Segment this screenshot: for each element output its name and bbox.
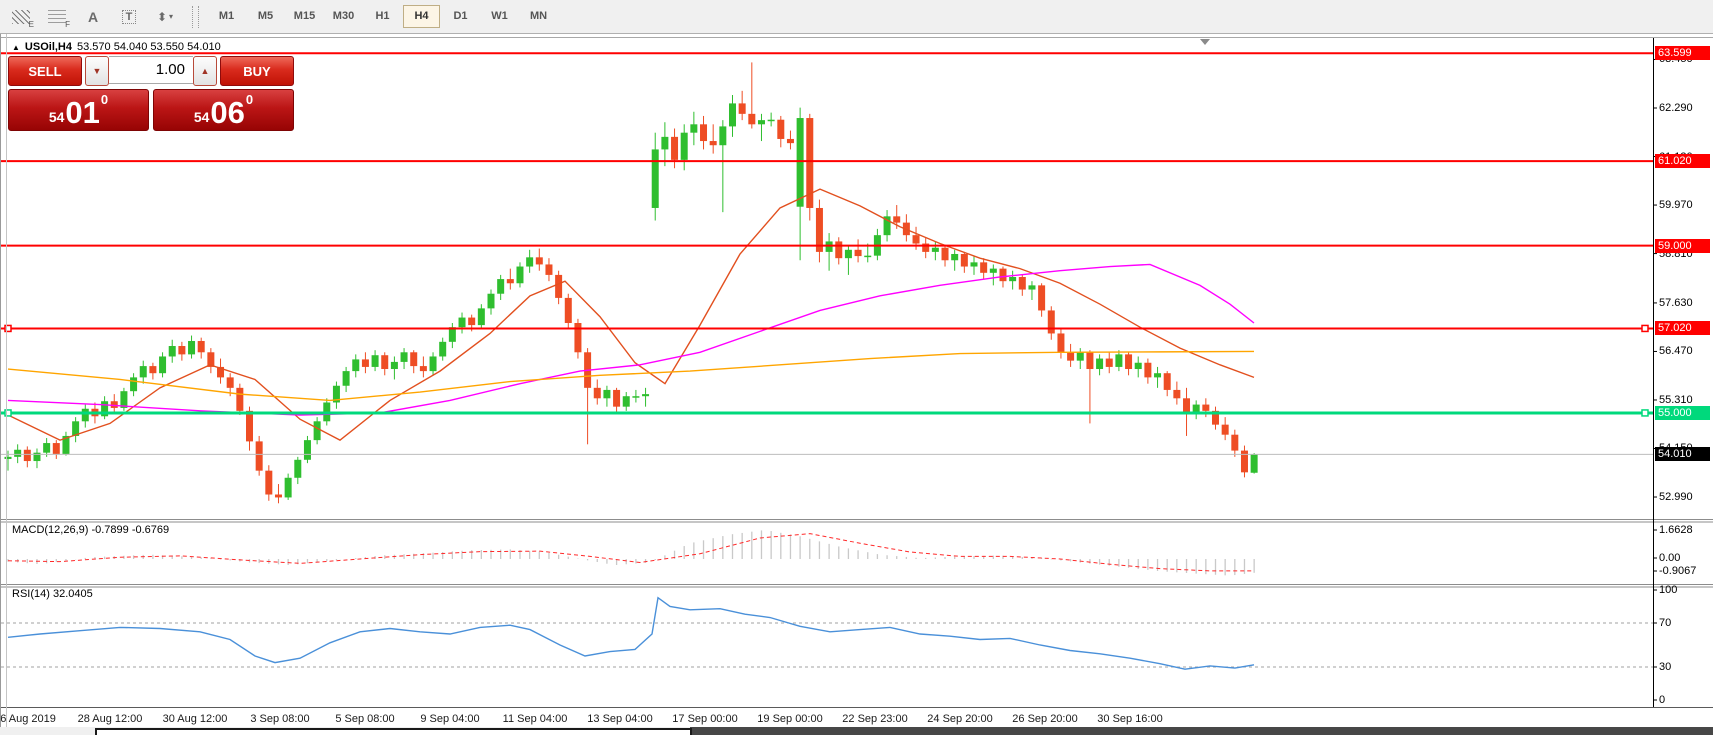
date-label: 17 Sep 00:00 [672,713,737,726]
sell-button[interactable]: SELL [8,56,82,86]
price-level-badge: 57.020 [1655,321,1710,335]
text-tool-icon[interactable]: A [78,5,108,29]
date-label: 26 Sep 20:00 [1012,713,1077,726]
date-label: 5 Sep 08:00 [335,713,394,726]
price-level-badge: 55.000 [1655,406,1710,420]
buy-button[interactable]: BUY [220,56,294,86]
date-label: 19 Sep 00:00 [757,713,822,726]
chart-symbol-line: ▲ USOil,H4 53.570 54.040 53.550 54.010 [12,41,221,53]
date-label: 3 Sep 08:00 [250,713,309,726]
timeframe-button-mn[interactable]: MN [520,5,557,28]
price-tick: 62.290 [1659,102,1711,115]
date-label: 30 Aug 12:00 [163,713,228,726]
buy-price-handle: 54 [194,109,210,125]
arrows-tool-icon[interactable]: ⬍▾ [150,5,180,29]
date-label: 28 Aug 12:00 [78,713,143,726]
rsi-tick: 100 [1659,584,1711,597]
equidistant-channel-icon[interactable]: E [6,5,36,29]
buy-price-point: 0 [246,92,253,107]
toolbar-separator [192,6,199,28]
chart-left-frame [6,34,7,727]
price-level-badge: 63.599 [1655,46,1710,60]
macd-label: MACD(12,26,9) -0.7899 -0.6769 [12,524,169,536]
rsi-label: RSI(14) 32.0405 [12,588,93,600]
trading-terminal-window: E F A T ⬍▾ M1M5M15M30H1H4D1W1MN ▲ USOil,… [0,0,1713,735]
one-click-trading-panel: SELL ▼ 1.00 ▲ BUY 54 01 0 54 06 0 [8,56,294,163]
rsi-tick: 30 [1659,661,1711,674]
bottom-panel-edge [0,727,1713,735]
macd-tick: 1.6628 [1659,524,1711,537]
timeframe-buttons: M1M5M15M30H1H4D1W1MN [207,5,558,28]
date-label: 13 Sep 04:00 [587,713,652,726]
chart-toolbar: E F A T ⬍▾ M1M5M15M30H1H4D1W1MN [0,0,1713,34]
text-label-tool-icon[interactable]: T [114,5,144,29]
bottom-dark-edge [690,727,1713,735]
timeframe-button-m30[interactable]: M30 [325,5,362,28]
price-tick: 59.970 [1659,199,1711,212]
chart-area[interactable]: ▲ USOil,H4 53.570 54.040 53.550 54.010 M… [0,34,1713,727]
sell-price-point: 0 [101,92,108,107]
price-tick: 56.470 [1659,345,1711,358]
price-tick: 57.630 [1659,297,1711,310]
macd-tick: -0.9067 [1659,565,1711,578]
sell-price-pips: 01 [65,98,99,128]
date-label: 22 Sep 23:00 [842,713,907,726]
bottom-white-box-edge [95,728,692,735]
volume-increase-button[interactable]: ▲ [193,56,217,86]
symbol-title: USOil,H4 [25,41,72,53]
buy-price-pips: 06 [210,98,244,128]
timeframe-button-m15[interactable]: M15 [286,5,323,28]
timeframe-button-w1[interactable]: W1 [481,5,518,28]
rsi-tick: 0 [1659,694,1711,707]
timeframe-button-m5[interactable]: M5 [247,5,284,28]
window-left-frame [0,34,1,727]
symbol-ohlc: 53.570 54.040 53.550 54.010 [77,41,221,53]
timeframe-button-h4[interactable]: H4 [403,5,440,28]
volume-decrease-button[interactable]: ▼ [85,56,109,86]
date-label: 11 Sep 04:00 [503,713,568,726]
sell-price-panel[interactable]: 54 01 0 [8,89,149,131]
macd-tick: 0.00 [1659,552,1711,565]
symbol-triangle-icon: ▲ [12,43,20,52]
fibonacci-icon[interactable]: F [42,5,72,29]
date-label: 24 Sep 20:00 [927,713,992,726]
timeframe-button-h1[interactable]: H1 [364,5,401,28]
buy-price-panel[interactable]: 54 06 0 [153,89,294,131]
date-label: 9 Sep 04:00 [420,713,479,726]
price-level-badge: 54.010 [1655,447,1710,461]
rsi-tick: 70 [1659,617,1711,630]
price-tick: 52.990 [1659,491,1711,504]
volume-stepper: ▼ 1.00 ▲ [85,56,217,84]
date-label: 30 Sep 16:00 [1097,713,1162,726]
timeframe-button-d1[interactable]: D1 [442,5,479,28]
timeframe-button-m1[interactable]: M1 [208,5,245,28]
price-level-badge: 61.020 [1655,154,1710,168]
price-level-badge: 59.000 [1655,239,1710,253]
chart-shift-marker-icon[interactable] [1200,39,1210,45]
date-label: 26 Aug 2019 [0,713,56,726]
volume-input[interactable]: 1.00 [109,56,193,84]
channel-glyph [12,10,30,24]
sell-price-handle: 54 [49,109,65,125]
fibonacci-glyph [48,10,66,24]
